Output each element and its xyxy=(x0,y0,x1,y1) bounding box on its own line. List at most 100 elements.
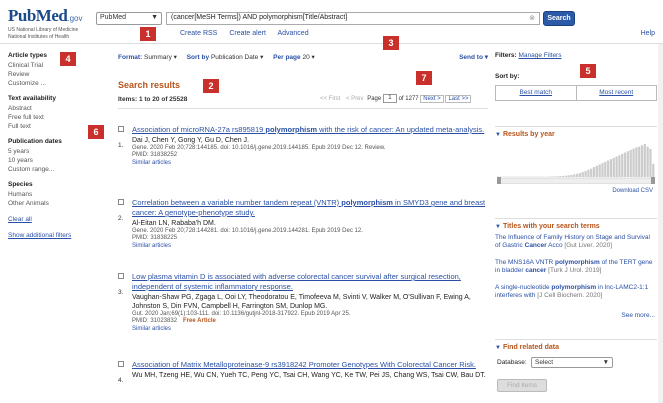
filter-clinical-trial[interactable]: Clinical Trial xyxy=(8,61,103,70)
related-title-link[interactable]: The Influence of Family History on Stage… xyxy=(495,234,657,250)
filter-free-full-text[interactable]: Free full text xyxy=(8,113,103,122)
year-bar[interactable] xyxy=(559,176,562,177)
year-bar[interactable] xyxy=(553,176,556,177)
year-bar[interactable] xyxy=(646,146,649,177)
year-bar[interactable] xyxy=(581,172,584,177)
filter-customize[interactable]: Customize ... xyxy=(8,79,103,88)
first-page-button[interactable]: << First xyxy=(318,96,342,102)
year-bar[interactable] xyxy=(649,148,652,177)
see-more-link[interactable]: See more... xyxy=(621,312,655,319)
year-bar[interactable] xyxy=(609,159,613,177)
year-bar[interactable] xyxy=(632,148,635,177)
find-related-data-title[interactable]: ▼ Find related data xyxy=(495,339,657,351)
year-bar[interactable] xyxy=(584,171,587,177)
year-bar[interactable] xyxy=(635,147,638,177)
last-page-button[interactable]: Last >> xyxy=(445,95,472,104)
year-bar[interactable] xyxy=(618,155,621,177)
result-title-link[interactable]: Association of microRNA-27a rs895819 pol… xyxy=(132,125,487,135)
year-bar[interactable] xyxy=(598,164,601,177)
result-checkbox[interactable] xyxy=(118,199,124,205)
download-csv-link[interactable]: Download CSV xyxy=(612,188,653,194)
similar-articles-link[interactable]: Similar articles xyxy=(132,325,487,333)
year-bar[interactable] xyxy=(652,163,655,177)
format-dropdown[interactable]: Summary ▾ xyxy=(144,54,177,61)
year-bar[interactable] xyxy=(612,157,615,177)
year-bar[interactable] xyxy=(550,176,553,177)
year-slider-end-handle[interactable] xyxy=(651,177,655,184)
best-match-button[interactable]: Best match xyxy=(496,86,576,100)
year-bar[interactable] xyxy=(640,145,644,177)
filter-5-years[interactable]: 5 years xyxy=(8,147,103,156)
result-authors: Wu MH, Tzeng HE, Wu CN, Yueh TC, Peng YC… xyxy=(132,372,486,379)
result-checkbox[interactable] xyxy=(118,361,124,367)
filter-review[interactable]: Review xyxy=(8,70,103,79)
help-link[interactable]: Help xyxy=(641,30,655,37)
year-bar[interactable] xyxy=(626,151,630,177)
year-bar[interactable] xyxy=(587,169,590,177)
page-number-input[interactable]: 1 xyxy=(382,94,397,103)
year-bar[interactable] xyxy=(643,144,646,177)
results-by-year-title[interactable]: ▼ Results by year xyxy=(495,126,657,138)
year-bar[interactable] xyxy=(564,175,567,177)
similar-articles-link[interactable]: Similar articles xyxy=(132,159,487,167)
filter-abstract[interactable]: Abstract xyxy=(8,104,103,113)
year-bar[interactable] xyxy=(615,156,618,177)
prev-page-button[interactable]: < Prev xyxy=(344,96,366,102)
filter-humans[interactable]: Humans xyxy=(8,190,103,199)
next-page-button[interactable]: Next > xyxy=(420,95,444,104)
page-scrollbar[interactable] xyxy=(658,44,663,403)
result-title-link[interactable]: Association of Matrix Metalloproteinase-… xyxy=(132,360,487,370)
result-checkbox[interactable] xyxy=(118,273,124,279)
titles-with-search-terms-title[interactable]: ▼ Titles with your search terms xyxy=(495,218,657,230)
result-checkbox[interactable] xyxy=(118,126,124,132)
results-by-year-chart[interactable] xyxy=(497,144,655,184)
most-recent-button[interactable]: Most recent xyxy=(575,86,657,100)
year-bar[interactable] xyxy=(556,176,559,177)
database-select[interactable]: PubMed ▼ xyxy=(96,12,162,25)
year-bar[interactable] xyxy=(623,152,627,177)
year-bar[interactable] xyxy=(595,165,598,177)
show-additional-filters-link[interactable]: Show additional filters xyxy=(8,232,103,239)
year-range-slider[interactable] xyxy=(497,177,655,184)
pubmed-logo[interactable]: PubMed.gov US National Library of Medici… xyxy=(8,6,82,40)
year-bar[interactable] xyxy=(638,146,641,177)
per-page-dropdown[interactable]: 20 ▾ xyxy=(302,54,314,61)
filter-custom-range[interactable]: Custom range... xyxy=(8,165,103,174)
year-bar[interactable] xyxy=(601,163,604,177)
year-bar[interactable] xyxy=(570,175,573,177)
manage-filters-link[interactable]: Manage Filters xyxy=(518,52,561,59)
find-items-button[interactable]: Find items xyxy=(497,379,547,392)
search-input[interactable]: (cancer[MeSH Terms]) AND polymorphism[Ti… xyxy=(166,12,540,25)
clear-icon[interactable]: ⊗ xyxy=(529,14,535,22)
year-bar[interactable] xyxy=(590,168,593,177)
search-button[interactable]: Search xyxy=(543,11,575,26)
advanced-link[interactable]: Advanced xyxy=(277,30,308,37)
year-bar[interactable] xyxy=(578,173,582,177)
year-bar[interactable] xyxy=(604,161,607,177)
title-highlight: polymorphism xyxy=(341,198,393,207)
year-bar[interactable] xyxy=(621,153,624,177)
filter-other-animals[interactable]: Other Animals xyxy=(8,199,103,208)
related-title-link[interactable]: A single-nucleotide polymorphism in lnc-… xyxy=(495,284,657,300)
year-bar[interactable] xyxy=(576,173,579,177)
year-bar[interactable] xyxy=(607,160,610,178)
send-to-dropdown[interactable]: Send to ▾ xyxy=(459,53,488,61)
database-dropdown[interactable]: Select ▼ xyxy=(531,357,613,368)
year-bar[interactable] xyxy=(592,167,596,177)
title-highlight: Cancer xyxy=(524,242,547,249)
create-rss-link[interactable]: Create RSS xyxy=(180,30,217,37)
year-bar[interactable] xyxy=(561,176,565,177)
filter-10-years[interactable]: 10 years xyxy=(8,156,103,165)
year-bar[interactable] xyxy=(573,174,576,177)
year-bar[interactable] xyxy=(567,175,570,177)
create-alert-link[interactable]: Create alert xyxy=(229,30,266,37)
related-title-link[interactable]: The MNS16A VNTR polymorphism of the TERT… xyxy=(495,259,657,275)
result-title-link[interactable]: Low plasma vitamin D is associated with … xyxy=(132,272,487,292)
page-label: Page xyxy=(367,96,382,103)
year-slider-start-handle[interactable] xyxy=(497,177,501,184)
result-title-link[interactable]: Correlation between a variable number ta… xyxy=(132,198,487,218)
sort-dropdown[interactable]: Publication Date ▾ xyxy=(211,54,263,61)
year-bar[interactable] xyxy=(629,149,632,177)
clear-all-link[interactable]: Clear all xyxy=(8,216,103,223)
similar-articles-link[interactable]: Similar articles xyxy=(132,242,487,250)
